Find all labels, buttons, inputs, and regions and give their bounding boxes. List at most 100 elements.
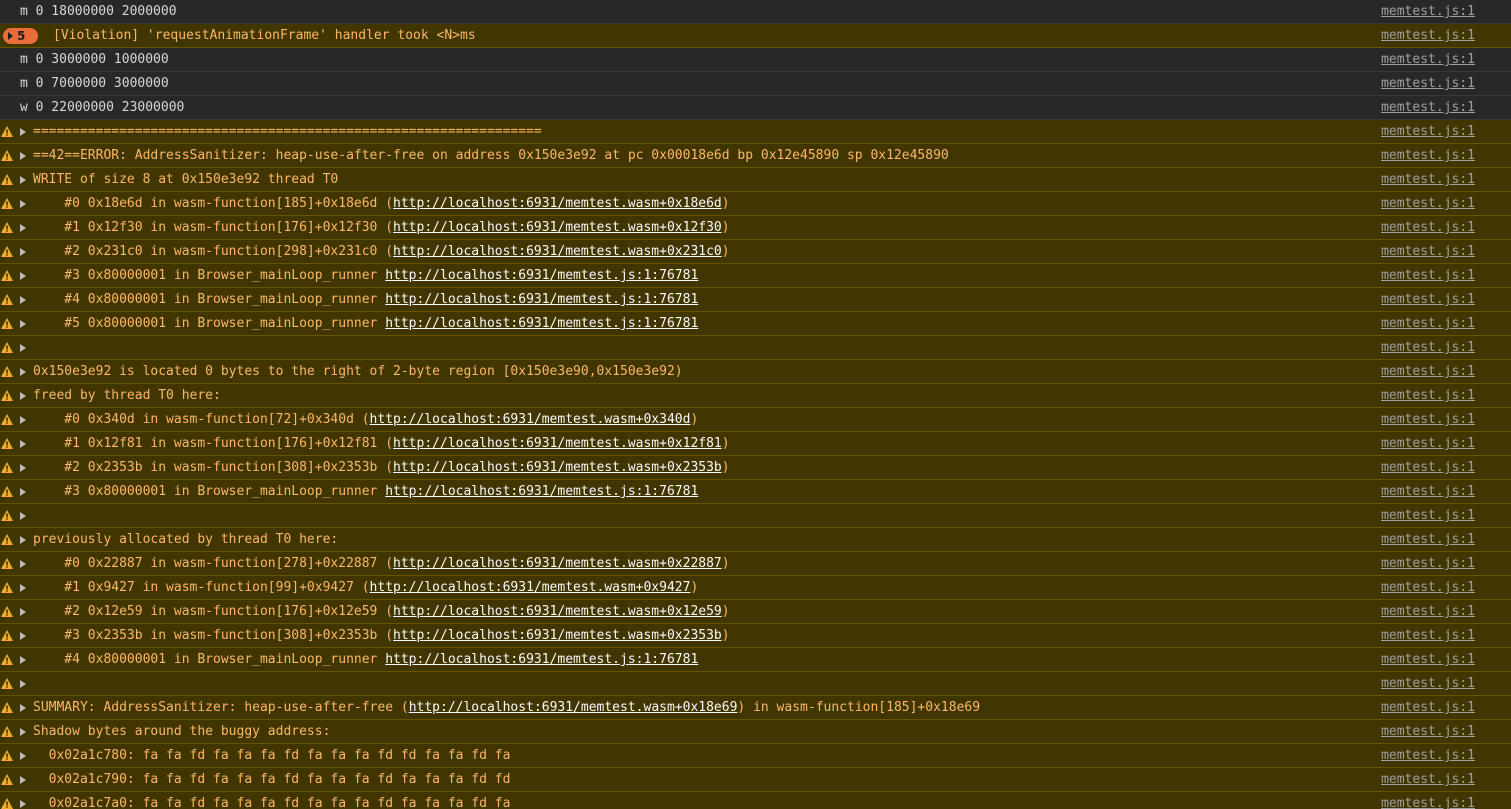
source-link[interactable]: memtest.js:1 [1381, 480, 1475, 503]
url-link[interactable]: http://localhost:6931/memtest.js:1:76781 [385, 268, 698, 283]
source-link[interactable]: memtest.js:1 [1381, 144, 1475, 167]
expand-arrow-icon[interactable] [20, 176, 26, 184]
url-link[interactable]: http://localhost:6931/memtest.wasm+0x18e… [393, 196, 722, 211]
console-warning-row[interactable]: WRITE of size 8 at 0x150e3e92 thread T0 m… [0, 168, 1511, 192]
expand-arrow-icon[interactable] [20, 200, 26, 208]
source-link[interactable]: memtest.js:1 [1381, 528, 1475, 551]
console-warning-row[interactable]: #0 0x340d in wasm-function[72]+0x340d (h… [0, 408, 1511, 432]
url-link[interactable]: http://localhost:6931/memtest.wasm+0x18e… [409, 700, 738, 715]
console-warning-row[interactable]: #3 0x80000001 in Browser_mainLoop_runner… [0, 264, 1511, 288]
console-warning-row[interactable]: memtest.js:1 [0, 672, 1511, 696]
expand-arrow-icon[interactable] [20, 584, 26, 592]
source-link[interactable]: memtest.js:1 [1381, 696, 1475, 719]
console-warning-row[interactable]: #5 0x80000001 in Browser_mainLoop_runner… [0, 312, 1511, 336]
expand-arrow-icon[interactable] [20, 776, 26, 784]
source-link[interactable]: memtest.js:1 [1381, 72, 1475, 95]
source-link[interactable]: memtest.js:1 [1381, 120, 1475, 143]
source-link[interactable]: memtest.js:1 [1381, 648, 1475, 671]
expand-arrow-icon[interactable] [20, 704, 26, 712]
source-link[interactable]: memtest.js:1 [1381, 720, 1475, 743]
source-link[interactable]: memtest.js:1 [1381, 744, 1475, 767]
source-link[interactable]: memtest.js:1 [1381, 288, 1475, 311]
source-link[interactable]: memtest.js:1 [1381, 0, 1475, 23]
expand-arrow-icon[interactable] [20, 392, 26, 400]
url-link[interactable]: http://localhost:6931/memtest.wasm+0x228… [393, 556, 722, 571]
console-warning-row[interactable]: #3 0x80000001 in Browser_mainLoop_runner… [0, 480, 1511, 504]
console-warning-row[interactable]: 0x02a1c780: fa fa fd fa fa fa fd fa fa f… [0, 744, 1511, 768]
console-warning-row[interactable]: #2 0x12e59 in wasm-function[176]+0x12e59… [0, 600, 1511, 624]
violation-count-badge[interactable]: 5 [3, 28, 38, 44]
source-link[interactable]: memtest.js:1 [1381, 336, 1475, 359]
expand-arrow-icon[interactable] [20, 536, 26, 544]
expand-arrow-icon[interactable] [20, 344, 26, 352]
console-warning-row[interactable]: #4 0x80000001 in Browser_mainLoop_runner… [0, 288, 1511, 312]
console-warning-row[interactable]: #0 0x22887 in wasm-function[278]+0x22887… [0, 552, 1511, 576]
console-warning-row[interactable]: previously allocated by thread T0 here: m… [0, 528, 1511, 552]
source-link[interactable]: memtest.js:1 [1381, 192, 1475, 215]
url-link[interactable]: http://localhost:6931/memtest.wasm+0x340… [370, 412, 691, 427]
console-warning-row[interactable]: #2 0x2353b in wasm-function[308]+0x2353b… [0, 456, 1511, 480]
source-link[interactable]: memtest.js:1 [1381, 384, 1475, 407]
url-link[interactable]: http://localhost:6931/memtest.wasm+0x12e… [393, 604, 722, 619]
url-link[interactable]: http://localhost:6931/memtest.js:1:76781 [385, 316, 698, 331]
source-link[interactable]: memtest.js:1 [1381, 768, 1475, 791]
console-warning-row[interactable]: ========================================… [0, 120, 1511, 144]
expand-arrow-icon[interactable] [20, 152, 26, 160]
expand-arrow-icon[interactable] [20, 296, 26, 304]
expand-arrow-icon[interactable] [20, 512, 26, 520]
url-link[interactable]: http://localhost:6931/memtest.wasm+0x231… [393, 244, 722, 259]
console-warning-row[interactable]: ==42==ERROR: AddressSanitizer: heap-use-… [0, 144, 1511, 168]
source-link[interactable]: memtest.js:1 [1381, 216, 1475, 239]
expand-arrow-icon[interactable] [20, 752, 26, 760]
console-warning-row[interactable]: freed by thread T0 here: memtest.js:1 [0, 384, 1511, 408]
source-link[interactable]: memtest.js:1 [1381, 504, 1475, 527]
source-link[interactable]: memtest.js:1 [1381, 264, 1475, 287]
console-warning-row[interactable]: memtest.js:1 [0, 336, 1511, 360]
url-link[interactable]: http://localhost:6931/memtest.wasm+0x12f… [393, 220, 722, 235]
expand-arrow-icon[interactable] [20, 320, 26, 328]
expand-arrow-icon[interactable] [20, 440, 26, 448]
url-link[interactable]: http://localhost:6931/memtest.wasm+0x12f… [393, 436, 722, 451]
url-link[interactable]: http://localhost:6931/memtest.wasm+0x235… [393, 628, 722, 643]
expand-arrow-icon[interactable] [20, 560, 26, 568]
source-link[interactable]: memtest.js:1 [1381, 456, 1475, 479]
source-link[interactable]: memtest.js:1 [1381, 600, 1475, 623]
console-violation-row[interactable]: 5 [Violation] 'requestAnimationFrame' han… [0, 24, 1511, 48]
expand-arrow-icon[interactable] [20, 488, 26, 496]
source-link[interactable]: memtest.js:1 [1381, 168, 1475, 191]
console-warning-row[interactable]: #0 0x18e6d in wasm-function[185]+0x18e6d… [0, 192, 1511, 216]
expand-arrow-icon[interactable] [20, 224, 26, 232]
expand-arrow-icon[interactable] [20, 680, 26, 688]
expand-arrow-icon[interactable] [20, 632, 26, 640]
expand-arrow-icon[interactable] [20, 608, 26, 616]
url-link[interactable]: http://localhost:6931/memtest.js:1:76781 [385, 652, 698, 667]
source-link[interactable]: memtest.js:1 [1381, 96, 1475, 119]
console-warning-row[interactable]: Shadow bytes around the buggy address: me… [0, 720, 1511, 744]
console-warning-row[interactable]: #2 0x231c0 in wasm-function[298]+0x231c0… [0, 240, 1511, 264]
expand-arrow-icon[interactable] [20, 248, 26, 256]
console-warning-row[interactable]: #1 0x12f30 in wasm-function[176]+0x12f30… [0, 216, 1511, 240]
expand-arrow-icon[interactable] [20, 800, 26, 808]
source-link[interactable]: memtest.js:1 [1381, 792, 1475, 809]
console-warning-row[interactable]: #1 0x9427 in wasm-function[99]+0x9427 (h… [0, 576, 1511, 600]
source-link[interactable]: memtest.js:1 [1381, 576, 1475, 599]
source-link[interactable]: memtest.js:1 [1381, 240, 1475, 263]
expand-arrow-icon[interactable] [20, 128, 26, 136]
console-warning-row[interactable]: #1 0x12f81 in wasm-function[176]+0x12f81… [0, 432, 1511, 456]
url-link[interactable]: http://localhost:6931/memtest.wasm+0x235… [393, 460, 722, 475]
url-link[interactable]: http://localhost:6931/memtest.js:1:76781 [385, 292, 698, 307]
source-link[interactable]: memtest.js:1 [1381, 312, 1475, 335]
source-link[interactable]: memtest.js:1 [1381, 360, 1475, 383]
source-link[interactable]: memtest.js:1 [1381, 552, 1475, 575]
console-warning-row[interactable]: 0x150e3e92 is located 0 bytes to the rig… [0, 360, 1511, 384]
expand-arrow-icon[interactable] [20, 728, 26, 736]
source-link[interactable]: memtest.js:1 [1381, 408, 1475, 431]
source-link[interactable]: memtest.js:1 [1381, 432, 1475, 455]
expand-arrow-icon[interactable] [20, 368, 26, 376]
console-warning-row[interactable]: 0x02a1c790: fa fa fd fa fa fa fd fa fa f… [0, 768, 1511, 792]
expand-arrow-icon[interactable] [20, 416, 26, 424]
source-link[interactable]: memtest.js:1 [1381, 24, 1475, 47]
console-warning-row[interactable]: 0x02a1c7a0: fa fa fd fa fa fa fd fa fa f… [0, 792, 1511, 809]
source-link[interactable]: memtest.js:1 [1381, 48, 1475, 71]
console-warning-row[interactable]: SUMMARY: AddressSanitizer: heap-use-afte… [0, 696, 1511, 720]
